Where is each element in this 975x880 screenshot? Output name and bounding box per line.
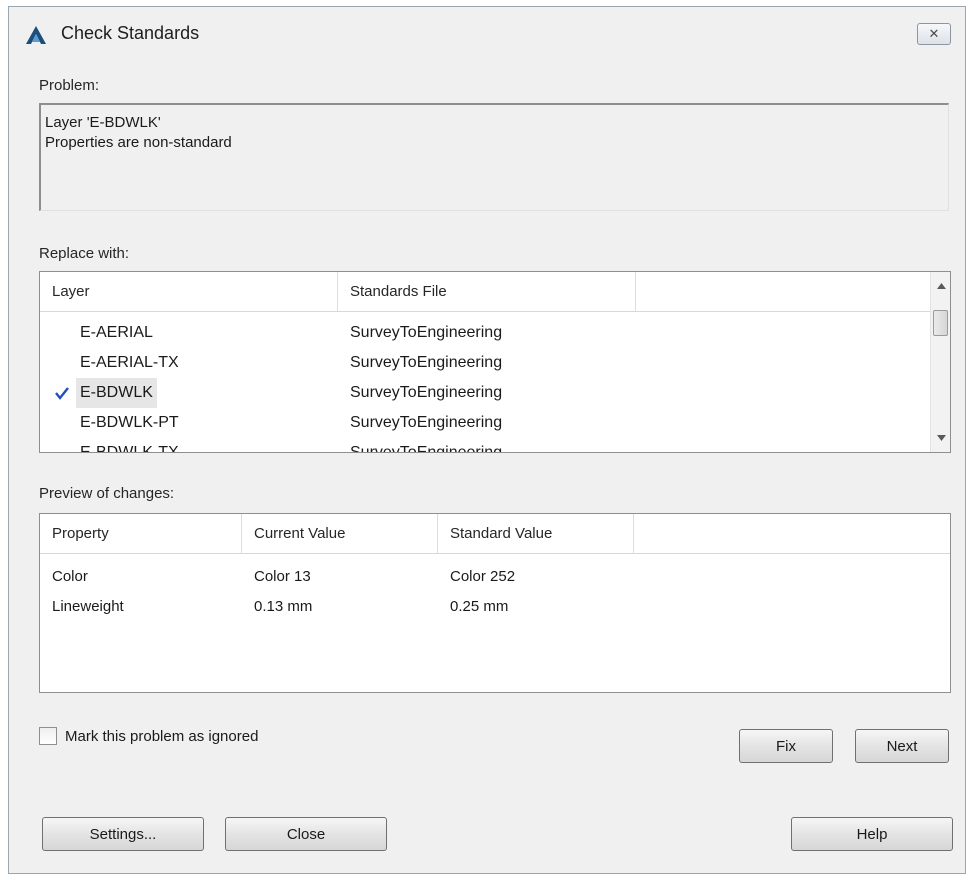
problem-line-1: Layer 'E-BDWLK'	[45, 114, 161, 131]
preview-of-changes-label: Preview of changes:	[39, 485, 175, 502]
problem-line-2: Properties are non-standard	[45, 134, 232, 151]
standards-file-name: SurveyToEngineering	[350, 384, 503, 401]
list-item[interactable]: E-BDWLK-PT SurveyToEngineering	[40, 408, 930, 438]
scroll-thumb[interactable]	[933, 310, 948, 336]
property-name: Lineweight	[52, 598, 124, 615]
standards-file-name: SurveyToEngineering	[350, 414, 503, 431]
property-name: Color	[52, 568, 88, 585]
column-header-layer[interactable]: Layer	[40, 272, 338, 311]
table-row[interactable]: Lineweight 0.13 mm 0.25 mm	[40, 592, 950, 622]
layer-name: E-AERIAL-TX	[80, 354, 179, 371]
column-header-current-value[interactable]: Current Value	[242, 514, 438, 553]
column-header-empty	[634, 514, 950, 553]
window-title: Check Standards	[61, 23, 200, 43]
check-standards-dialog: Check Standards ✕ Problem: Layer 'E-BDWL…	[8, 6, 966, 874]
replace-with-list[interactable]: Layer Standards File E-AERIAL SurveyToEn…	[39, 271, 951, 453]
next-button[interactable]: Next	[855, 729, 949, 763]
fix-button[interactable]: Fix	[739, 729, 833, 763]
preview-list-header: Property Current Value Standard Value	[40, 514, 950, 554]
standards-file-name: SurveyToEngineering	[350, 324, 503, 341]
replace-list-header: Layer Standards File	[40, 272, 930, 312]
list-item[interactable]: E-AERIAL SurveyToEngineering	[40, 318, 930, 348]
column-header-standards-file[interactable]: Standards File	[338, 272, 636, 311]
standards-file-name: SurveyToEngineering	[350, 354, 503, 371]
close-button[interactable]: Close	[225, 817, 387, 851]
scroll-down-arrow-icon[interactable]	[931, 428, 950, 448]
layer-name: E-BDWLK-PT	[80, 414, 179, 431]
list-item[interactable]: E-AERIAL-TX SurveyToEngineering	[40, 348, 930, 378]
preview-of-changes-list[interactable]: Property Current Value Standard Value Co…	[39, 513, 951, 693]
vertical-scrollbar[interactable]	[930, 272, 950, 452]
scroll-up-arrow-icon[interactable]	[931, 276, 950, 296]
settings-button[interactable]: Settings...	[42, 817, 204, 851]
column-header-property[interactable]: Property	[40, 514, 242, 553]
current-value: 0.13 mm	[254, 598, 313, 615]
standard-value: 0.25 mm	[450, 598, 509, 615]
autocad-logo-icon	[26, 26, 46, 44]
standard-value: Color 252	[450, 568, 516, 585]
layer-name: E-AERIAL	[80, 324, 153, 341]
problem-text-box: Layer 'E-BDWLK' Properties are non-stand…	[39, 103, 949, 211]
current-value: Color 13	[254, 568, 311, 585]
ignore-problem-checkbox[interactable]	[39, 727, 57, 745]
ignore-problem-checkbox-group[interactable]: Mark this problem as ignored	[39, 727, 258, 745]
replace-with-label: Replace with:	[39, 245, 130, 262]
help-button[interactable]: Help	[791, 817, 953, 851]
close-icon: ✕	[928, 26, 940, 41]
list-item[interactable]: E-BDWLK-TX SurveyToEngineering	[40, 438, 930, 453]
title-bar[interactable]: Check Standards ✕	[9, 7, 965, 63]
standards-file-name: SurveyToEngineering	[350, 444, 503, 453]
problem-label: Problem:	[39, 77, 100, 94]
close-window-button[interactable]: ✕	[917, 23, 951, 45]
table-row[interactable]: Color Color 13 Color 252	[40, 562, 950, 592]
column-header-empty	[636, 272, 932, 311]
layer-name: E-BDWLK-TX	[80, 444, 179, 453]
list-item-selected[interactable]: E-BDWLK SurveyToEngineering	[40, 378, 930, 408]
layer-name: E-BDWLK	[76, 378, 157, 408]
column-header-standard-value[interactable]: Standard Value	[438, 514, 634, 553]
ignore-problem-label[interactable]: Mark this problem as ignored	[65, 728, 258, 745]
